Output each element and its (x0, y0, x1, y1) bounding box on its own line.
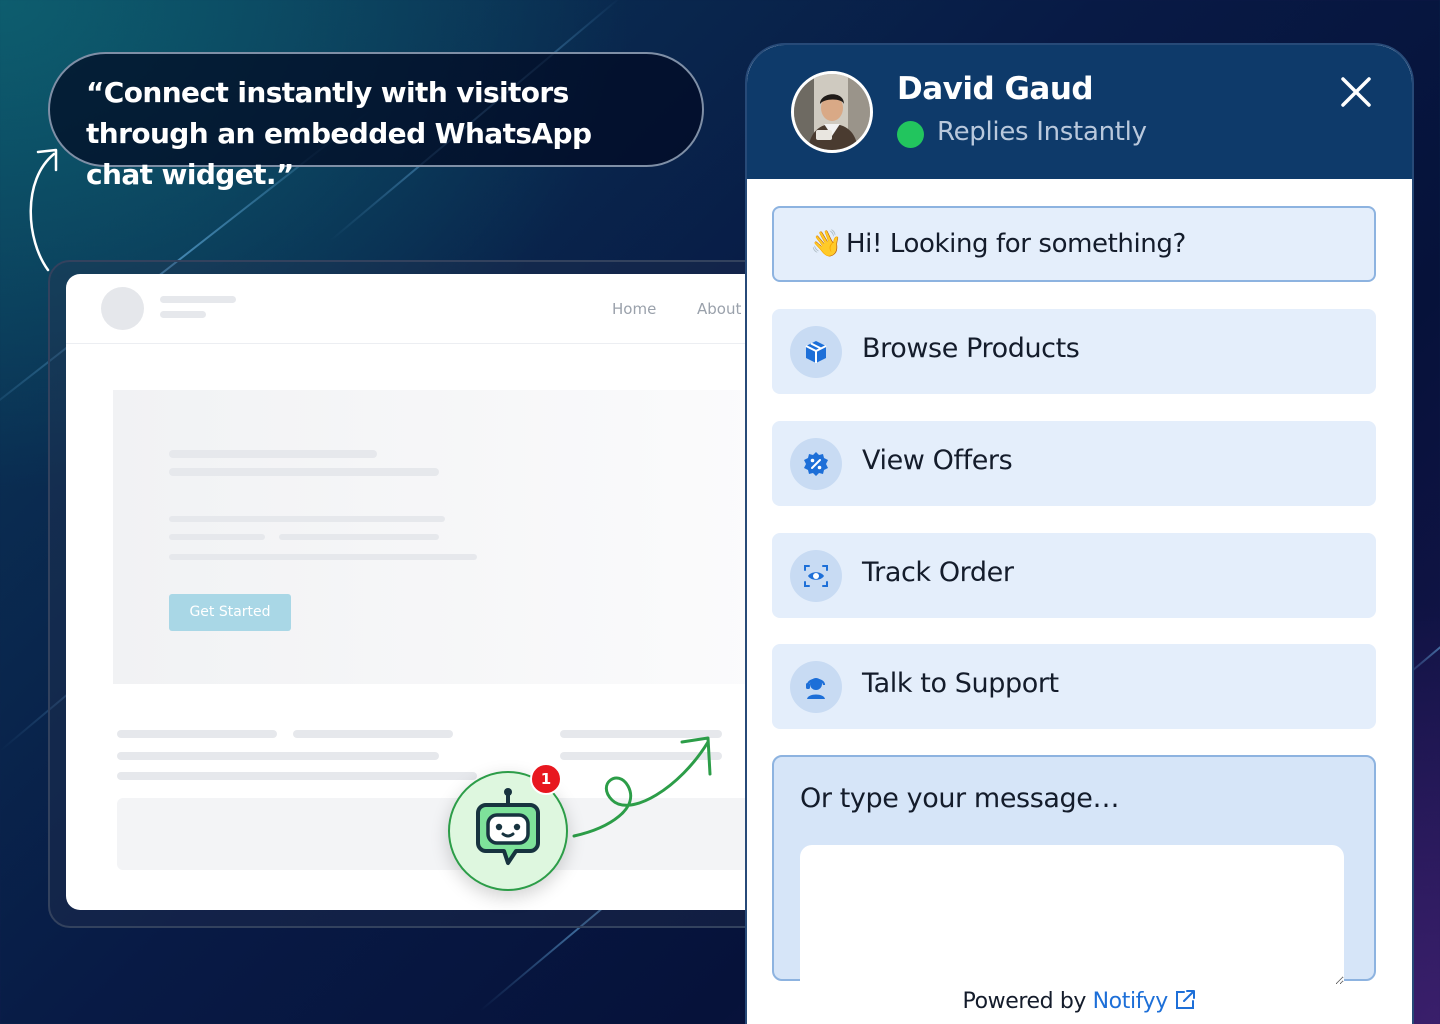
message-label: Or type your message… (800, 783, 1120, 814)
powered-by: Powered by Notifyy (747, 989, 1412, 1014)
package-icon (790, 326, 842, 378)
chat-header: David Gaud Replies Instantly (747, 45, 1412, 179)
option-browse-products[interactable]: Browse Products (772, 309, 1376, 394)
option-track-order[interactable]: Track Order (772, 533, 1376, 618)
quote-bubble: “Connect instantly with visitors through… (48, 52, 704, 191)
skeleton-line (293, 730, 453, 738)
chat-widget: David Gaud Replies Instantly 👋 Hi! Lookin… (745, 43, 1414, 1024)
skeleton-line (117, 772, 477, 780)
quote-text: “Connect instantly with visitors through… (86, 76, 592, 191)
skeleton-line (169, 468, 439, 476)
waving-hand-icon: 👋 (810, 229, 842, 259)
nav-about[interactable]: About (697, 300, 741, 318)
online-status-dot (897, 121, 924, 148)
option-label: Browse Products (862, 333, 1080, 364)
hero-section: Get Started (113, 390, 763, 684)
agent-avatar (791, 71, 873, 153)
notification-badge: 1 (530, 763, 562, 795)
option-label: Track Order (862, 557, 1014, 588)
message-composer: Or type your message… (772, 755, 1376, 985)
skeleton-line (117, 752, 439, 760)
notifyy-link[interactable]: Notifyy (1093, 989, 1169, 1014)
message-input[interactable] (800, 845, 1344, 985)
site-header: Home About (66, 274, 806, 344)
support-agent-icon (790, 661, 842, 713)
option-label: Talk to Support (862, 668, 1059, 699)
agent-photo (794, 74, 870, 150)
site-logo (101, 287, 144, 330)
option-talk-to-support[interactable]: Talk to Support (772, 644, 1376, 729)
skeleton-line (169, 554, 477, 560)
eye-scan-icon (790, 550, 842, 602)
get-started-button[interactable]: Get Started (169, 594, 291, 631)
discount-badge-icon (790, 438, 842, 490)
greeting-text: Hi! Looking for something? (845, 229, 1186, 259)
curl-arrow-icon (29, 148, 58, 272)
squiggle-arrow-icon (572, 736, 712, 838)
skeleton-line (169, 450, 377, 458)
close-icon[interactable] (1339, 75, 1373, 109)
option-view-offers[interactable]: View Offers (772, 421, 1376, 506)
greeting-message: 👋 Hi! Looking for something? (772, 206, 1376, 282)
skeleton-line (160, 311, 206, 318)
agent-name: David Gaud (897, 71, 1094, 107)
skeleton-line (160, 296, 236, 303)
skeleton-line (117, 730, 277, 738)
external-link-icon[interactable] (1174, 989, 1196, 1011)
powered-by-text: Powered by (962, 989, 1087, 1014)
nav-home[interactable]: Home (612, 300, 656, 318)
option-label: View Offers (862, 445, 1013, 476)
skeleton-line (279, 534, 439, 540)
skeleton-line (169, 516, 445, 522)
status-text: Replies Instantly (937, 117, 1147, 147)
skeleton-line (169, 534, 265, 540)
